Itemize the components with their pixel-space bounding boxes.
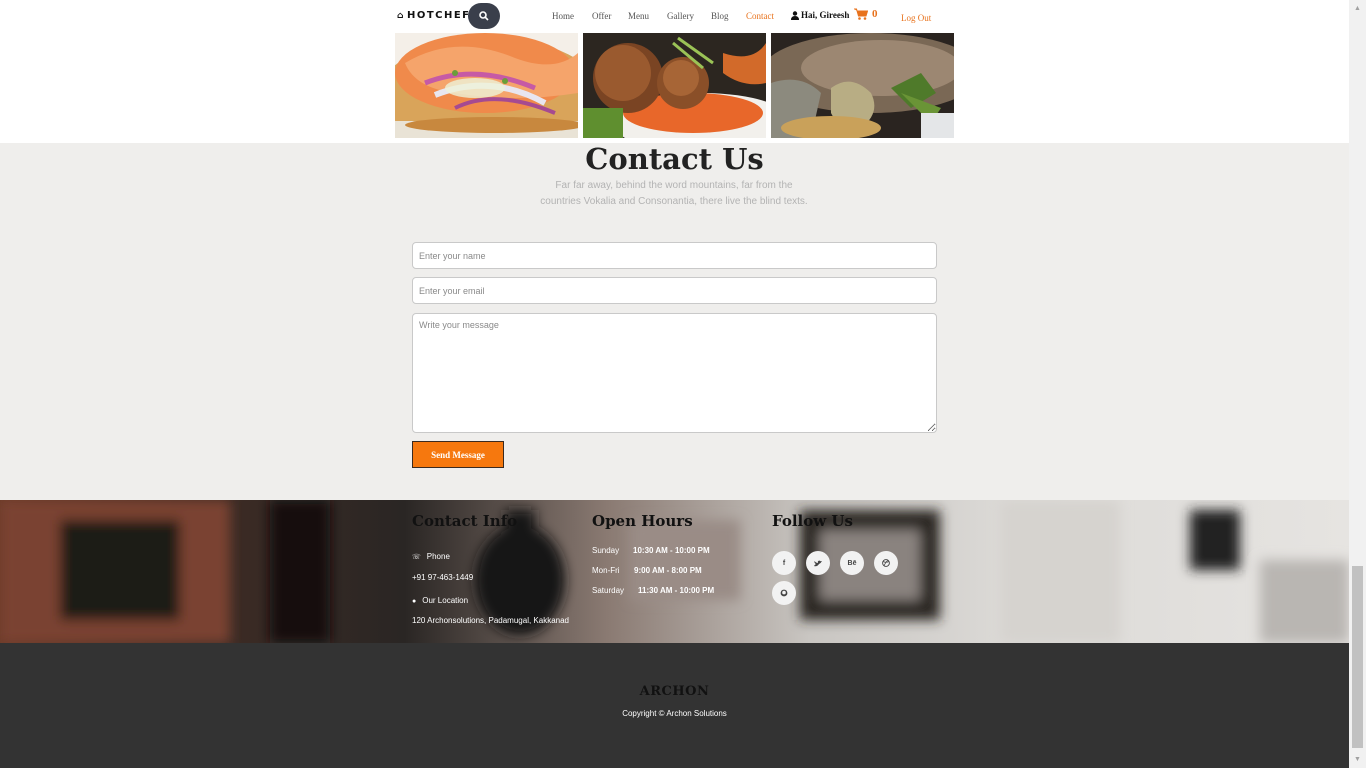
contact-info-title: Contact Info — [412, 512, 518, 530]
gallery-image-grilled-meat[interactable] — [771, 33, 954, 138]
hours-day: Saturday — [592, 586, 625, 595]
cart-button[interactable]: 0 — [854, 8, 878, 20]
nav-contact[interactable]: Contact — [746, 11, 774, 21]
nav-blog[interactable]: Blog — [711, 11, 729, 21]
name-input[interactable] — [412, 242, 937, 269]
map-marker-icon: ● — [412, 598, 417, 605]
behance-icon[interactable]: Bē — [840, 551, 864, 575]
contact-subtitle-line1: Far far away, behind the word mountains,… — [555, 180, 793, 191]
contact-subtitle: Far far away, behind the word mountains,… — [524, 178, 824, 210]
phone-icon: ☏ — [412, 554, 421, 561]
location-value: 120 Archonsolutions, Padamugal, Kakkanad — [412, 616, 569, 625]
hours-day: Sunday — [592, 546, 620, 555]
location-label-text: Our Location — [422, 596, 469, 605]
cart-count: 0 — [872, 8, 878, 20]
cart-icon — [854, 8, 868, 20]
contact-subtitle-line2: countries Vokalia and Consonantia, there… — [540, 196, 808, 207]
footer-brand: ARCHON — [639, 684, 710, 699]
logout-link[interactable]: Log Out — [901, 13, 931, 23]
footer — [0, 643, 1349, 768]
user-menu[interactable]: Hai, Gireesh — [791, 10, 849, 20]
nav-offer[interactable]: Offer — [592, 11, 611, 21]
nav-home[interactable]: Home — [552, 11, 574, 21]
top-navbar: ⌂ HOTCHEF Home Offer Menu Gallery Blog C… — [0, 0, 1349, 33]
hours-time: 10:30 AM - 10:00 PM — [633, 546, 710, 555]
follow-us-title: Follow Us — [772, 512, 853, 530]
search-icon — [479, 11, 489, 21]
twitter-icon[interactable] — [806, 551, 830, 575]
gallery-image-salmon-dish[interactable] — [395, 33, 578, 138]
email-input[interactable] — [412, 277, 937, 304]
contact-title: Contact Us — [585, 142, 764, 176]
github-icon[interactable] — [772, 581, 796, 605]
phone-label: ☏ Phone — [412, 552, 450, 561]
gallery-image-falafel-dish[interactable] — [583, 33, 766, 138]
scroll-up-arrow-icon[interactable]: ▲ — [1349, 0, 1366, 17]
hours-time: 9:00 AM - 8:00 PM — [634, 566, 702, 575]
hours-time: 11:30 AM - 10:00 PM — [638, 586, 715, 595]
hours-day: Mon-Fri — [592, 566, 620, 575]
scrollbar-thumb[interactable] — [1352, 566, 1363, 748]
dribbble-icon[interactable] — [874, 551, 898, 575]
search-button[interactable] — [468, 3, 500, 29]
message-textarea[interactable] — [412, 313, 937, 433]
brand-name: HOTCHEF — [406, 10, 471, 21]
location-label: ● Our Location — [412, 596, 468, 605]
brand-logo[interactable]: ⌂ HOTCHEF — [397, 10, 471, 21]
phone-value: +91 97-463-1449 — [412, 573, 474, 582]
phone-label-text: Phone — [426, 552, 450, 561]
scroll-down-arrow-icon[interactable]: ▼ — [1349, 751, 1366, 768]
copyright-text: Copyright © Archon Solutions — [622, 709, 727, 718]
home-icon: ⌂ — [397, 10, 405, 21]
facebook-icon[interactable]: f — [772, 551, 796, 575]
nav-menu[interactable]: Menu — [628, 11, 649, 21]
user-greeting: Hai, Gireesh — [801, 10, 850, 20]
gallery-strip — [0, 33, 1349, 143]
nav-gallery[interactable]: Gallery — [667, 11, 694, 21]
open-hours-title: Open Hours — [592, 512, 693, 530]
send-message-button[interactable]: Send Message — [412, 441, 504, 468]
user-icon — [791, 10, 799, 20]
